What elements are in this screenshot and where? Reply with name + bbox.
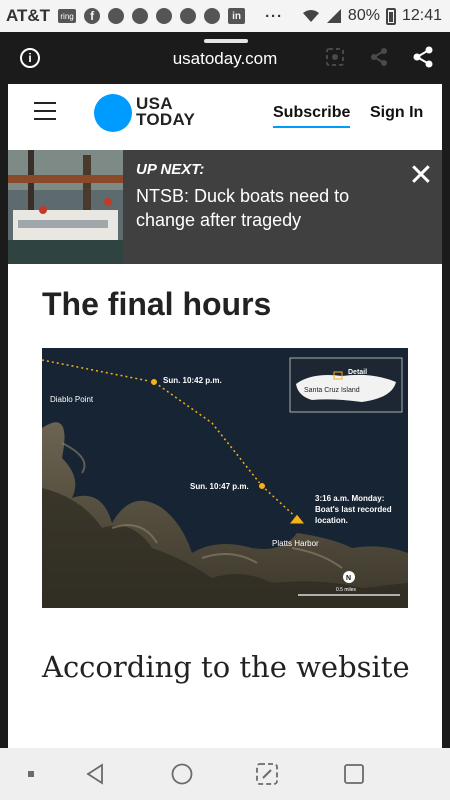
sign-in-link[interactable]: Sign In bbox=[370, 104, 423, 122]
subscribe-link[interactable]: Subscribe bbox=[273, 104, 351, 128]
share-icon[interactable] bbox=[368, 46, 390, 68]
route-point-1042 bbox=[150, 378, 158, 386]
share-icon-active[interactable] bbox=[412, 46, 434, 68]
chrome-icon bbox=[132, 8, 149, 24]
label-monday-3: location. bbox=[315, 516, 348, 525]
ring-app-icon: ring bbox=[58, 9, 77, 23]
screenshot-icon[interactable] bbox=[324, 46, 346, 68]
linkedin-icon: in bbox=[228, 8, 246, 24]
chrome-icon bbox=[204, 8, 221, 24]
up-next-thumbnail[interactable] bbox=[8, 150, 123, 264]
voicemail-icon bbox=[180, 8, 197, 24]
label-1042: Sun. 10:42 p.m. bbox=[163, 376, 222, 385]
up-next-label: UP NEXT: bbox=[136, 161, 205, 178]
inset-map: Detail Santa Cruz Island bbox=[289, 357, 403, 413]
close-icon[interactable]: ✕ bbox=[408, 161, 434, 191]
logo-line-2: TODAY bbox=[136, 110, 196, 129]
label-monday-2: Boat's last recorded bbox=[315, 505, 392, 514]
battery-percent: 80% bbox=[347, 7, 380, 24]
facebook-icon: f bbox=[84, 8, 101, 24]
label-santa-cruz: Santa Cruz Island bbox=[304, 387, 360, 394]
site-header: USA TODAY Subscribe Sign In bbox=[8, 84, 442, 150]
drag-handle[interactable] bbox=[204, 39, 248, 43]
label-platts-harbor: Platts Harbor bbox=[272, 539, 319, 548]
usa-today-logo[interactable]: USA TODAY bbox=[136, 95, 196, 129]
dot-icon[interactable] bbox=[18, 761, 44, 787]
up-next-title[interactable]: NTSB: Duck boats need to change after tr… bbox=[136, 184, 386, 232]
wifi-icon bbox=[302, 10, 319, 22]
more-notifications-icon: ··· bbox=[265, 7, 284, 25]
article-body: According to the website bbox=[42, 650, 410, 684]
usa-today-logo-icon[interactable] bbox=[94, 94, 132, 132]
screen-capture-icon[interactable] bbox=[254, 761, 280, 787]
clock: 12:41 bbox=[401, 7, 442, 24]
signal-icon bbox=[326, 9, 341, 23]
route-point-1047 bbox=[258, 482, 266, 490]
back-icon[interactable] bbox=[82, 761, 108, 787]
recents-icon[interactable] bbox=[341, 761, 367, 787]
web-page: USA TODAY Subscribe Sign In UP NEXT: NTS… bbox=[8, 84, 442, 748]
label-monday-1: 3:16 a.m. Monday: bbox=[315, 494, 384, 503]
chrome-icon bbox=[108, 8, 125, 24]
route-map: Diablo Point Sun. 10:42 p.m. Sun. 10:47 … bbox=[41, 348, 408, 608]
android-nav-bar bbox=[0, 748, 450, 800]
menu-icon[interactable] bbox=[34, 102, 56, 120]
battery-icon bbox=[385, 7, 396, 25]
browser-url-bar: i usatoday.com bbox=[0, 32, 450, 84]
status-bar: AT&T ring f in ··· 80% 12:41 bbox=[0, 0, 450, 32]
label-1047: Sun. 10:47 p.m. bbox=[190, 482, 249, 491]
article-headline: The final hours bbox=[42, 286, 272, 322]
label-north: N bbox=[346, 575, 351, 582]
carrier-label: AT&T bbox=[6, 6, 51, 25]
home-icon[interactable] bbox=[169, 761, 195, 787]
label-diablo-point: Diablo Point bbox=[50, 395, 94, 404]
label-scale: 0.5 miles bbox=[336, 587, 357, 593]
chrome-icon bbox=[156, 8, 173, 24]
up-next-banner[interactable]: UP NEXT: NTSB: Duck boats need to change… bbox=[8, 150, 442, 264]
label-detail: Detail bbox=[348, 369, 367, 376]
